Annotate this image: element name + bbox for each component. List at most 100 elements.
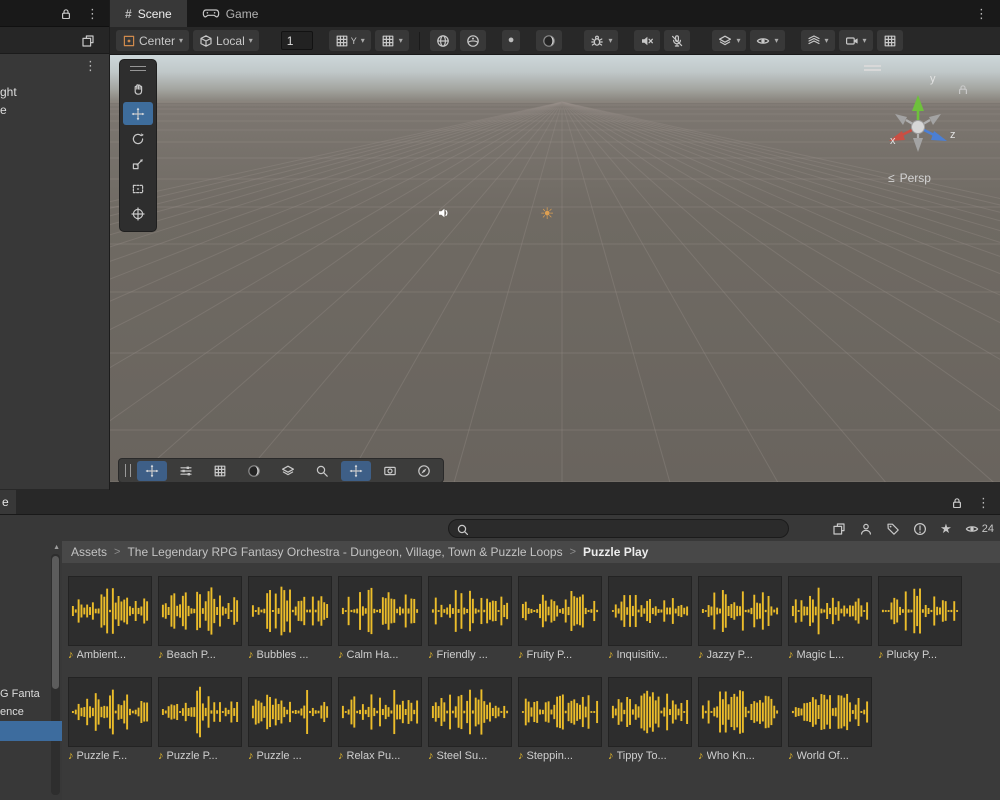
kebab-menu-icon[interactable]: ⋮ <box>84 59 97 72</box>
audio-asset-tile[interactable]: ♪ Beach P... <box>158 576 244 661</box>
favorites-star-icon[interactable]: ★ <box>940 522 952 535</box>
audio-asset-tile[interactable]: ♪ Puzzle ... <box>248 677 334 762</box>
folder-item-partial[interactable]: ence <box>0 706 24 718</box>
scene-viewport[interactable]: y x z ≤ Persp ☀ <box>110 55 1000 482</box>
scene-pickability-button[interactable]: ▾ <box>801 30 835 51</box>
axis-y-label[interactable]: y <box>930 73 936 85</box>
bug-icon <box>590 34 604 48</box>
scrollbar-thumb[interactable] <box>52 556 59 689</box>
scale-tool-button[interactable] <box>123 152 153 175</box>
overlay-move-tool-button[interactable] <box>137 461 167 481</box>
audio-asset-tile[interactable]: ♪ Ambient... <box>68 576 154 661</box>
audio-asset-tile[interactable]: ♪ Friendly ... <box>428 576 514 661</box>
breadcrumb-item[interactable]: Assets <box>71 545 107 559</box>
axis-x-label[interactable]: x <box>890 135 896 147</box>
audio-asset-tile[interactable]: ♪ Puzzle P... <box>158 677 244 762</box>
breadcrumb-item[interactable]: The Legendary RPG Fantasy Orchestra - Du… <box>127 545 562 559</box>
audio-asset-tile[interactable]: ♪ Tippy To... <box>608 677 694 762</box>
visibility-toggle-button[interactable]: ▾ <box>750 30 784 51</box>
kebab-menu-icon[interactable]: ⋮ <box>975 7 1000 20</box>
kebab-menu-icon[interactable]: ⋮ <box>86 7 99 20</box>
overlay-transform-button[interactable] <box>341 461 371 481</box>
audio-asset-tile[interactable]: ♪ Steppin... <box>518 677 604 762</box>
projection-toggle[interactable]: ≤ Persp <box>888 171 931 185</box>
music-note-icon: ♪ <box>518 649 524 661</box>
shading-mode-button[interactable] <box>430 30 456 51</box>
overlay-tool-settings-button[interactable] <box>171 461 201 481</box>
waveform-image <box>701 683 779 741</box>
audio-asset-tile[interactable]: ♪ Puzzle F... <box>68 677 154 762</box>
breadcrumb-item-current[interactable]: Puzzle Play <box>583 545 648 559</box>
popout-window-icon[interactable] <box>81 34 94 47</box>
hierarchy-item-partial[interactable]: e <box>0 103 7 117</box>
audio-asset-tile[interactable]: ♪ Relax Pu... <box>338 677 424 762</box>
lock-icon[interactable] <box>59 7 71 19</box>
scene-orientation-gizmo[interactable]: y x z <box>868 73 968 173</box>
audio-asset-tile[interactable]: ♪ Magic L... <box>788 576 874 661</box>
scene-visibility-button[interactable]: ▾ <box>712 30 746 51</box>
view-hand-tool-button[interactable] <box>123 77 153 100</box>
scene-lighting-button[interactable] <box>536 30 562 51</box>
audio-asset-tile[interactable]: ♪ Bubbles ... <box>248 576 334 661</box>
audio-mute-button[interactable] <box>634 30 660 51</box>
kebab-menu-icon[interactable]: ⋮ <box>977 496 990 509</box>
audio-asset-tile[interactable]: ♪ Fruity P... <box>518 576 604 661</box>
overlay-menu-handle[interactable] <box>864 65 881 71</box>
audio-asset-tile[interactable]: ♪ Plucky P... <box>878 576 964 661</box>
label-tag-icon[interactable] <box>886 522 900 536</box>
asset-name-label: Plucky P... <box>887 649 938 661</box>
rect-tool-button[interactable] <box>123 177 153 200</box>
scroll-up-arrow[interactable]: ▲ <box>53 544 60 551</box>
folder-item-partial[interactable]: G Fanta <box>0 688 40 700</box>
skybox-toggle-button[interactable]: ● <box>502 30 521 51</box>
alert-icon[interactable] <box>913 522 927 536</box>
audio-asset-tile[interactable]: ♪ Who Kn... <box>698 677 784 762</box>
camera-settings-button[interactable]: ▾ <box>839 30 873 51</box>
folder-item-selected[interactable] <box>0 721 62 741</box>
debug-gizmos-button[interactable]: ▾ <box>584 30 618 51</box>
grid-snap-axis-button[interactable]: Y ▾ <box>329 30 371 51</box>
visible-items-toggle[interactable]: 24 <box>965 522 994 536</box>
audio-asset-tile[interactable]: ♪ Inquisitiv... <box>608 576 694 661</box>
project-header: e ⋮ <box>0 490 1000 515</box>
project-tab-partial[interactable]: e <box>0 490 16 514</box>
transform-tool-button[interactable] <box>123 202 153 225</box>
overlay-layers-button[interactable] <box>273 461 303 481</box>
collab-person-icon[interactable] <box>859 522 873 536</box>
audio-source-gizmo-icon[interactable] <box>437 206 450 219</box>
audio-waveform-thumbnail <box>608 677 692 747</box>
scrollbar-track[interactable] <box>51 554 60 795</box>
tab-game[interactable]: Game <box>187 0 274 27</box>
lock-icon[interactable] <box>950 496 962 508</box>
tab-scene[interactable]: # Scene <box>110 0 187 27</box>
rotate-tool-button[interactable] <box>123 127 153 150</box>
audio-asset-tile[interactable]: ♪ Jazzy P... <box>698 576 784 661</box>
handle-orientation-button[interactable]: Local ▾ <box>193 30 259 51</box>
project-search-box[interactable] <box>448 519 789 538</box>
chevron-down-icon: ▾ <box>399 37 403 45</box>
overlay-view-options-button[interactable] <box>239 461 269 481</box>
scene-tab-icon: # <box>125 7 132 21</box>
grid-visibility-button[interactable]: ▾ <box>375 30 409 51</box>
overlay-camera-button[interactable] <box>375 461 405 481</box>
move-tool-button[interactable] <box>123 102 153 125</box>
directional-light-gizmo-icon[interactable]: ☀ <box>540 207 554 223</box>
lock-icon[interactable] <box>956 83 967 94</box>
project-search-input[interactable] <box>473 522 781 536</box>
overlay-search-button[interactable] <box>307 461 337 481</box>
grid-settings-button[interactable] <box>877 30 903 51</box>
audio-asset-tile[interactable]: ♪ World Of... <box>788 677 874 762</box>
pivot-mode-button[interactable]: Center ▾ <box>116 30 189 51</box>
mic-mute-button[interactable] <box>664 30 690 51</box>
hierarchy-item-partial[interactable]: ght <box>0 85 17 99</box>
overlay-drag-handle[interactable] <box>125 464 131 477</box>
palette-drag-handle[interactable] <box>130 66 146 71</box>
audio-asset-tile[interactable]: ♪ Steel Su... <box>428 677 514 762</box>
popout-window-icon[interactable] <box>832 522 846 536</box>
overlay-orientation-button[interactable] <box>409 461 439 481</box>
overlay-grid-snap-button[interactable] <box>205 461 235 481</box>
axis-z-label[interactable]: z <box>950 129 956 141</box>
scene-fx-button[interactable] <box>460 30 486 51</box>
audio-asset-tile[interactable]: ♪ Calm Ha... <box>338 576 424 661</box>
grid-size-input[interactable] <box>281 31 313 50</box>
